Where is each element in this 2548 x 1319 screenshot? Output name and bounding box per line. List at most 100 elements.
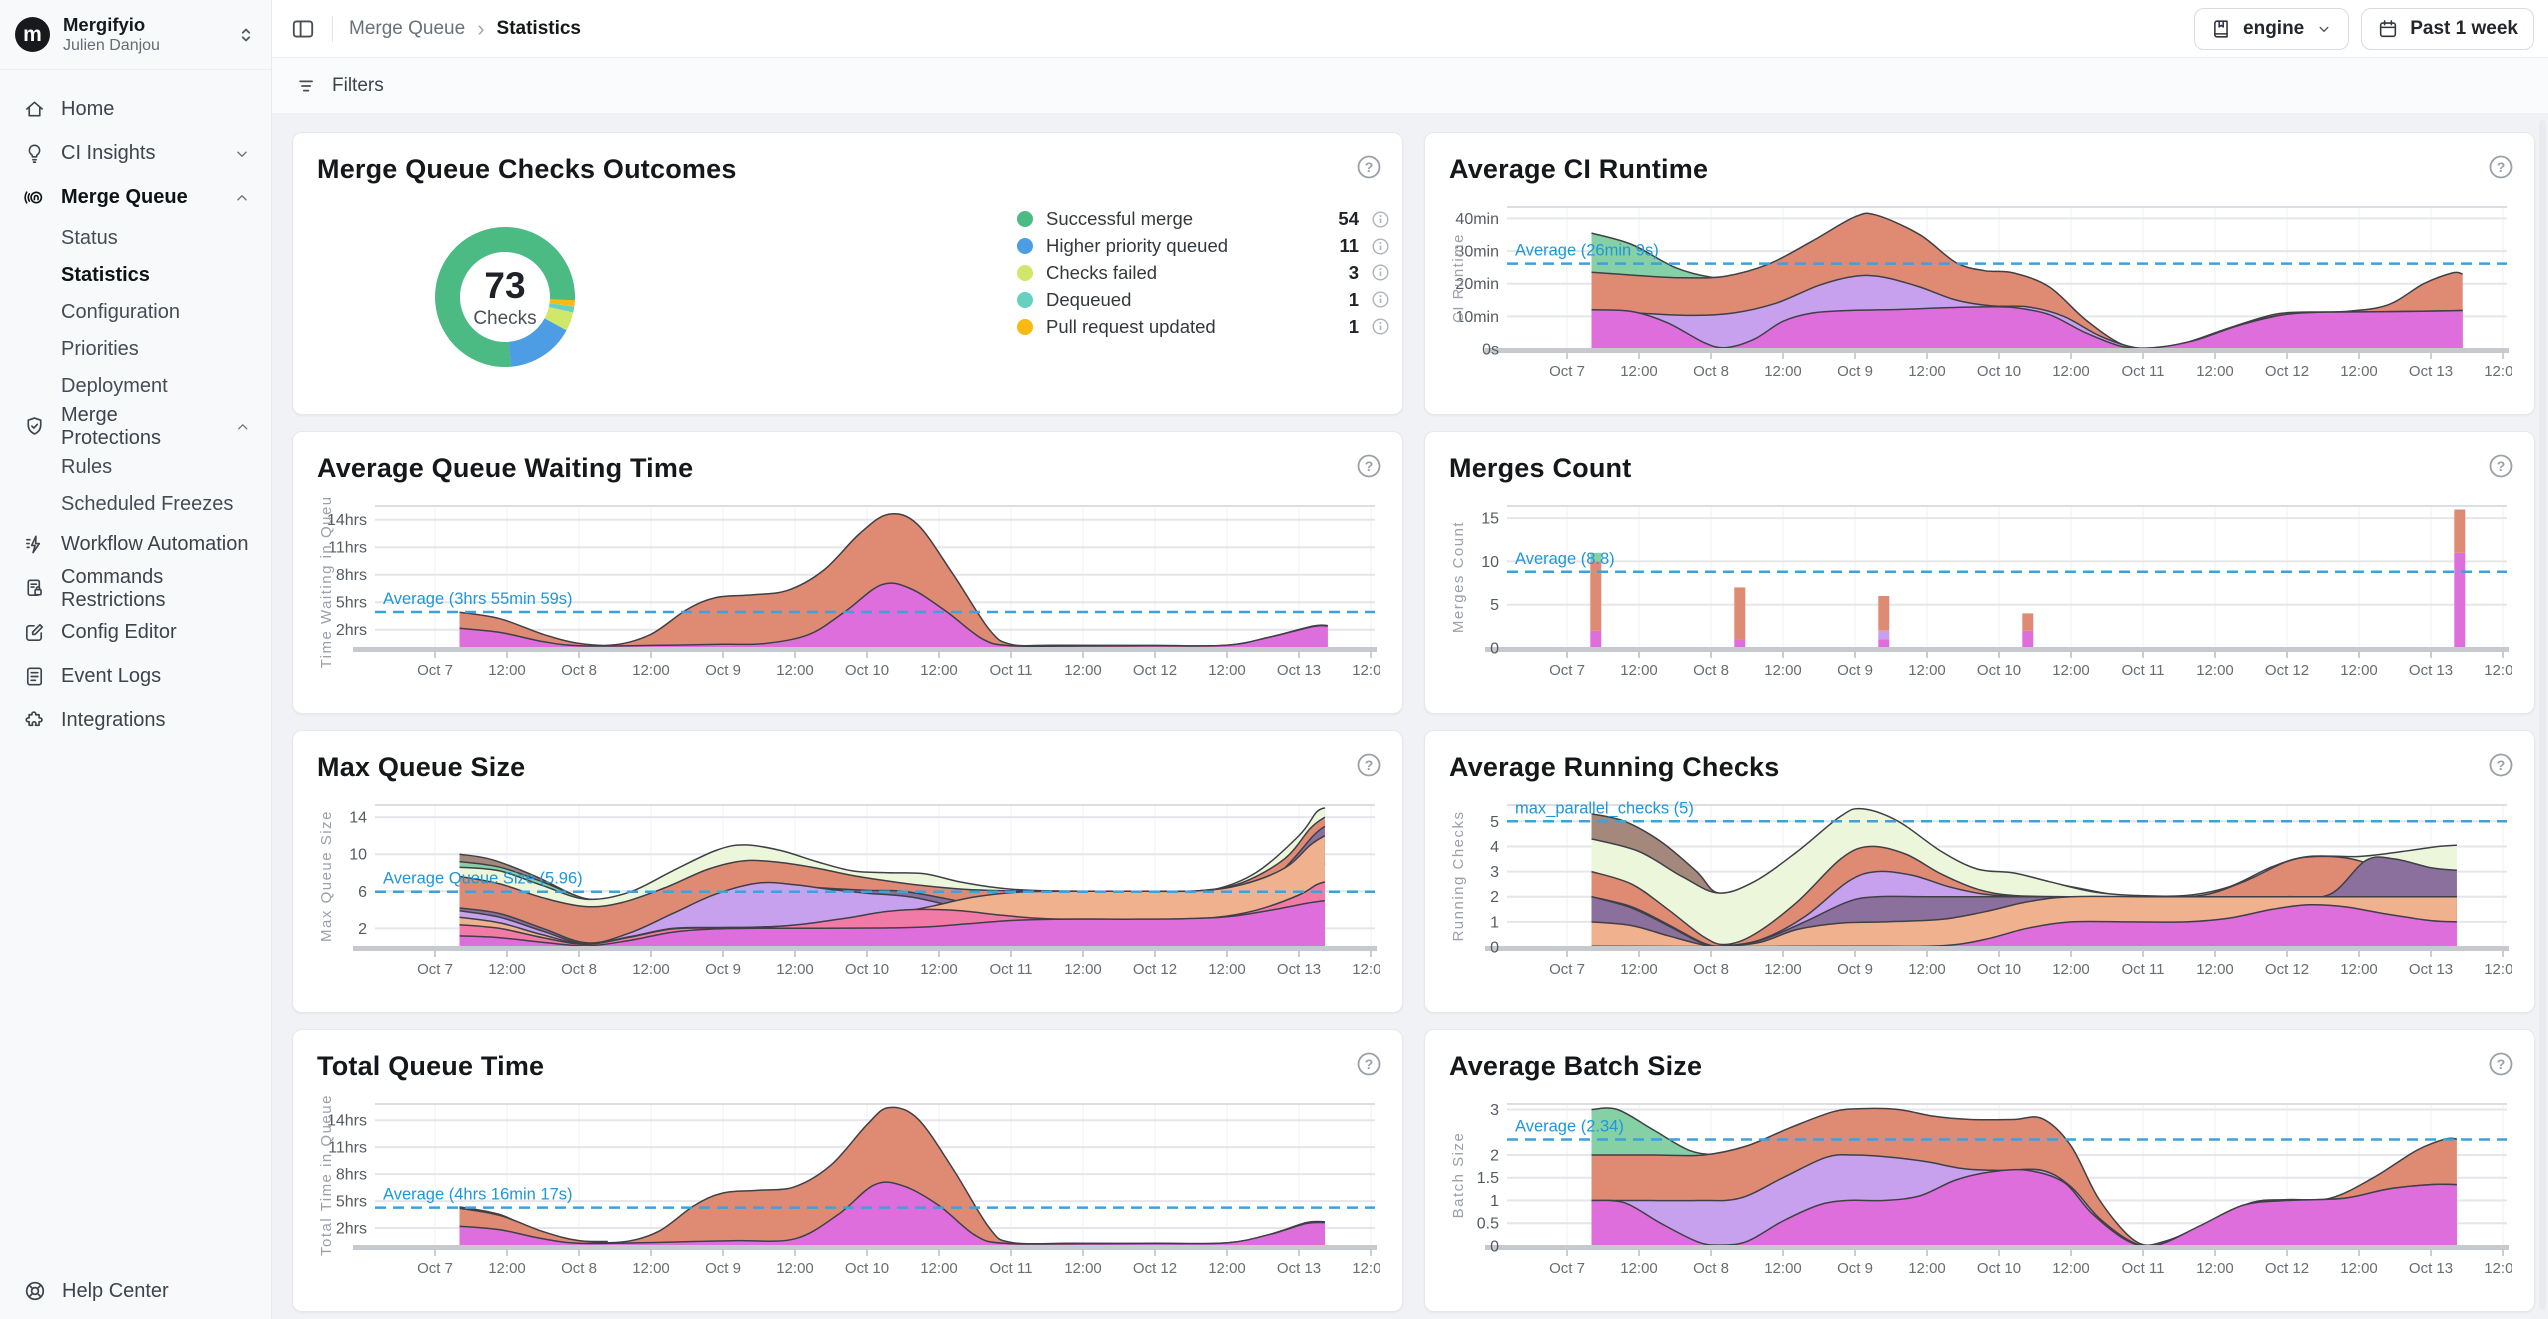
svg-text:Oct 7: Oct 7 (417, 662, 453, 679)
help-center-label: Help Center (62, 1280, 169, 1303)
svg-text:Oct 10: Oct 10 (1977, 961, 2021, 978)
svg-text:12:00: 12:00 (2484, 961, 2512, 978)
sidebar-item-deployment[interactable]: Deployment (0, 368, 271, 405)
info-icon[interactable] (1372, 318, 1389, 335)
svg-text:Oct 11: Oct 11 (2121, 1260, 2164, 1277)
sidebar-nav: Home CI InsightsMerge QueueStatus Statisti… (0, 70, 271, 743)
svg-text:Oct 8: Oct 8 (561, 662, 597, 679)
sidebar-item-label: Config Editor (61, 621, 177, 644)
sidebar-item-ci-insights[interactable]: CI Insights (0, 132, 271, 176)
card-average-batch-size: Average Batch Size ? Average (2.34)00.51… (1424, 1029, 2535, 1312)
chart-max-queue-size: Average Queue Size (5.96)261014Oct 712:0… (317, 797, 1380, 999)
help-icon[interactable]: ? (1356, 1051, 1382, 1077)
chart-merges-count: Average (8.8)051015Oct 712:00Oct 812:00O… (1449, 498, 2512, 700)
svg-text:12:00: 12:00 (1620, 961, 1658, 978)
sidebar-item-home[interactable]: Home (0, 88, 271, 132)
svg-text:Oct 11: Oct 11 (2121, 961, 2164, 978)
legend-value: 3 (1349, 262, 1359, 284)
sidebar-item-rules[interactable]: Rules (0, 449, 271, 486)
sidebar-item-scheduled-freezes[interactable]: Scheduled Freezes (0, 486, 271, 523)
chart-average-batch-size: Average (2.34)00.511.523Oct 712:00Oct 81… (1449, 1096, 2512, 1298)
svg-text:10: 10 (1481, 554, 1499, 571)
topbar: Merge Queue › Statistics engine Past 1 w… (272, 0, 2548, 58)
legend-item: Checks failed 3 (1017, 260, 1389, 287)
sidebar-item-merge-protections[interactable]: Merge Protections (0, 405, 271, 449)
svg-text:6: 6 (358, 884, 367, 901)
logs-icon (23, 665, 46, 688)
svg-text:12:00: 12:00 (632, 961, 670, 978)
svg-text:40min: 40min (1455, 211, 1499, 228)
svg-text:12:00: 12:00 (2196, 363, 2234, 380)
sidebar-item-integrations[interactable]: Integrations (0, 699, 271, 743)
merge-queue-icon (23, 186, 46, 209)
time-range-button[interactable]: Past 1 week (2361, 8, 2534, 50)
sidebar-item-merge-queue[interactable]: Merge Queue (0, 176, 271, 220)
legend-label: Successful merge (1046, 208, 1193, 230)
svg-text:12:00: 12:00 (2484, 1260, 2512, 1277)
svg-text:Oct 7: Oct 7 (417, 961, 453, 978)
sidebar-item-status[interactable]: Status (0, 220, 271, 257)
sidebar-item-label: Statistics (61, 264, 150, 287)
info-icon[interactable] (1372, 291, 1389, 308)
help-icon[interactable]: ? (1356, 752, 1382, 778)
svg-text:12:00: 12:00 (1908, 363, 1946, 380)
svg-text:3: 3 (1490, 864, 1499, 881)
svg-text:1: 1 (1490, 914, 1499, 931)
svg-text:?: ? (1365, 458, 1374, 474)
svg-text:12:00: 12:00 (2340, 961, 2378, 978)
sidebar-item-commands-restrictions[interactable]: Commands Restrictions (0, 567, 271, 611)
svg-text:Oct 12: Oct 12 (1133, 961, 1177, 978)
sidebar-item-label: Home (61, 98, 114, 121)
info-icon[interactable] (1372, 238, 1389, 255)
help-icon[interactable]: ? (2488, 1051, 2514, 1077)
svg-text:?: ? (1365, 757, 1374, 773)
sidebar-item-workflow-automation[interactable]: Workflow Automation (0, 523, 271, 567)
svg-text:Oct 11: Oct 11 (2121, 662, 2164, 679)
svg-text:Oct 7: Oct 7 (1549, 363, 1585, 380)
breadcrumb-merge-queue[interactable]: Merge Queue (349, 18, 465, 40)
svg-text:Oct 13: Oct 13 (2409, 961, 2453, 978)
help-icon[interactable]: ? (2488, 752, 2514, 778)
repository-select[interactable]: engine (2194, 8, 2349, 50)
sidebar-item-statistics[interactable]: Statistics (0, 257, 271, 294)
chev-down-icon (233, 145, 251, 163)
info-icon[interactable] (1372, 264, 1389, 281)
svg-text:5hrs: 5hrs (336, 595, 367, 612)
svg-text:Oct 9: Oct 9 (1837, 363, 1873, 380)
svg-text:Oct 8: Oct 8 (1693, 363, 1729, 380)
help-icon[interactable]: ? (2488, 453, 2514, 479)
sidebar-item-priorities[interactable]: Priorities (0, 331, 271, 368)
time-range-label: Past 1 week (2410, 18, 2518, 40)
help-icon[interactable]: ? (1356, 453, 1382, 479)
legend-label: Dequeued (1046, 289, 1131, 311)
workflow-icon (23, 533, 46, 556)
svg-text:Oct 10: Oct 10 (845, 961, 889, 978)
org-switcher[interactable]: m Mergifyio Julien Danjou (0, 0, 271, 70)
sidebar-toggle-icon[interactable] (290, 16, 316, 42)
svg-text:12:00: 12:00 (488, 662, 526, 679)
svg-text:12:00: 12:00 (2052, 961, 2090, 978)
help-icon[interactable]: ? (1356, 154, 1382, 180)
scrollbar[interactable] (2539, 120, 2546, 1310)
sidebar-item-config-editor[interactable]: Config Editor (0, 611, 271, 655)
info-icon[interactable] (1372, 211, 1389, 228)
card-average-running-checks: Average Running Checks ? max_parallel_ch… (1424, 730, 2535, 1013)
svg-text:0: 0 (1490, 940, 1499, 957)
svg-text:?: ? (2497, 757, 2506, 773)
svg-text:Oct 8: Oct 8 (561, 961, 597, 978)
filters-button[interactable]: Filters (272, 58, 2548, 114)
svg-text:?: ? (1365, 159, 1374, 175)
sidebar-item-configuration[interactable]: Configuration (0, 294, 271, 331)
svg-text:5: 5 (1490, 597, 1499, 614)
card-average-ci-runtime: Average CI Runtime ? Average (26min 9s)0… (1424, 132, 2535, 415)
svg-text:Oct 7: Oct 7 (1549, 961, 1585, 978)
chart-average-running-checks: max_parallel_checks (5)012345Oct 712:00O… (1449, 797, 2512, 999)
svg-text:2hrs: 2hrs (336, 1221, 367, 1238)
help-icon[interactable]: ? (2488, 154, 2514, 180)
svg-text:12:00: 12:00 (632, 1260, 670, 1277)
sidebar-item-event-logs[interactable]: Event Logs (0, 655, 271, 699)
svg-text:0s: 0s (1482, 342, 1499, 359)
legend-label: Checks failed (1046, 262, 1157, 284)
sidebar-item-help-center[interactable]: Help Center (0, 1279, 271, 1303)
svg-text:8hrs: 8hrs (336, 567, 367, 584)
